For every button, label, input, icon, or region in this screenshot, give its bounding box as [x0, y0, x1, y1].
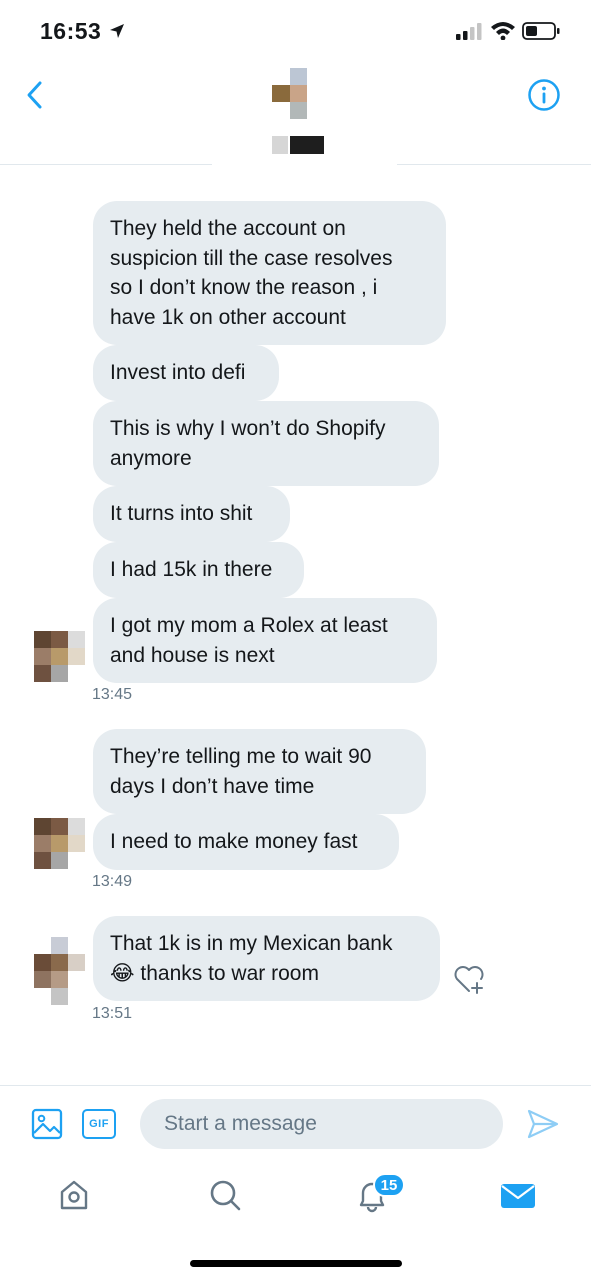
contact-avatar[interactable]: [272, 68, 308, 120]
gif-button[interactable]: GIF: [82, 1109, 116, 1139]
location-arrow-icon: [110, 24, 124, 38]
sender-avatar[interactable]: [34, 937, 86, 1007]
message-bubble[interactable]: They’re telling me to wait 90 days I don…: [93, 729, 426, 814]
message-input[interactable]: [140, 1099, 503, 1149]
message-bubble[interactable]: I had 15k in there: [93, 542, 304, 598]
notifications-badge: 15: [373, 1173, 405, 1197]
home-indicator: [190, 1260, 402, 1267]
message-timestamp: 13:51: [92, 1005, 133, 1022]
conversation-header: [0, 60, 591, 165]
contact-name-redacted: [272, 136, 324, 154]
info-button[interactable]: [527, 78, 561, 112]
message-bubble[interactable]: It turns into shit: [93, 486, 290, 542]
message-composer: GIF: [0, 1085, 591, 1163]
cellular-signal-icon: [456, 23, 482, 40]
message-timestamp: 13:45: [92, 686, 133, 703]
message-list[interactable]: They held the account on suspicion till …: [0, 165, 591, 1085]
message-bubble[interactable]: Invest into defi: [93, 345, 279, 401]
messages-mail-icon[interactable]: [498, 1175, 538, 1215]
image-icon[interactable]: [31, 1108, 63, 1140]
message-bubble[interactable]: This is why I won’t do Shopify anymore: [93, 401, 439, 486]
message-timestamp: 13:49: [92, 873, 133, 890]
home-icon[interactable]: [54, 1175, 94, 1215]
bottom-tab-bar: 15: [0, 1163, 591, 1280]
back-button[interactable]: [22, 78, 48, 112]
wifi-icon: [491, 22, 515, 40]
battery-icon: [522, 22, 560, 40]
sender-avatar[interactable]: [34, 818, 86, 870]
message-bubble[interactable]: They held the account on suspicion till …: [93, 201, 446, 345]
status-bar: 16:53: [0, 0, 591, 60]
send-icon[interactable]: [526, 1108, 560, 1140]
search-icon[interactable]: [205, 1175, 245, 1215]
message-bubble[interactable]: I got my mom a Rolex at least and house …: [93, 598, 437, 683]
message-bubble[interactable]: That 1k is in my Mexican bank 😂 thanks t…: [93, 916, 440, 1001]
message-bubble[interactable]: I need to make money fast: [93, 814, 399, 870]
sender-avatar[interactable]: [34, 631, 86, 683]
status-time: 16:53: [40, 18, 102, 44]
add-reaction-icon[interactable]: [452, 963, 486, 995]
